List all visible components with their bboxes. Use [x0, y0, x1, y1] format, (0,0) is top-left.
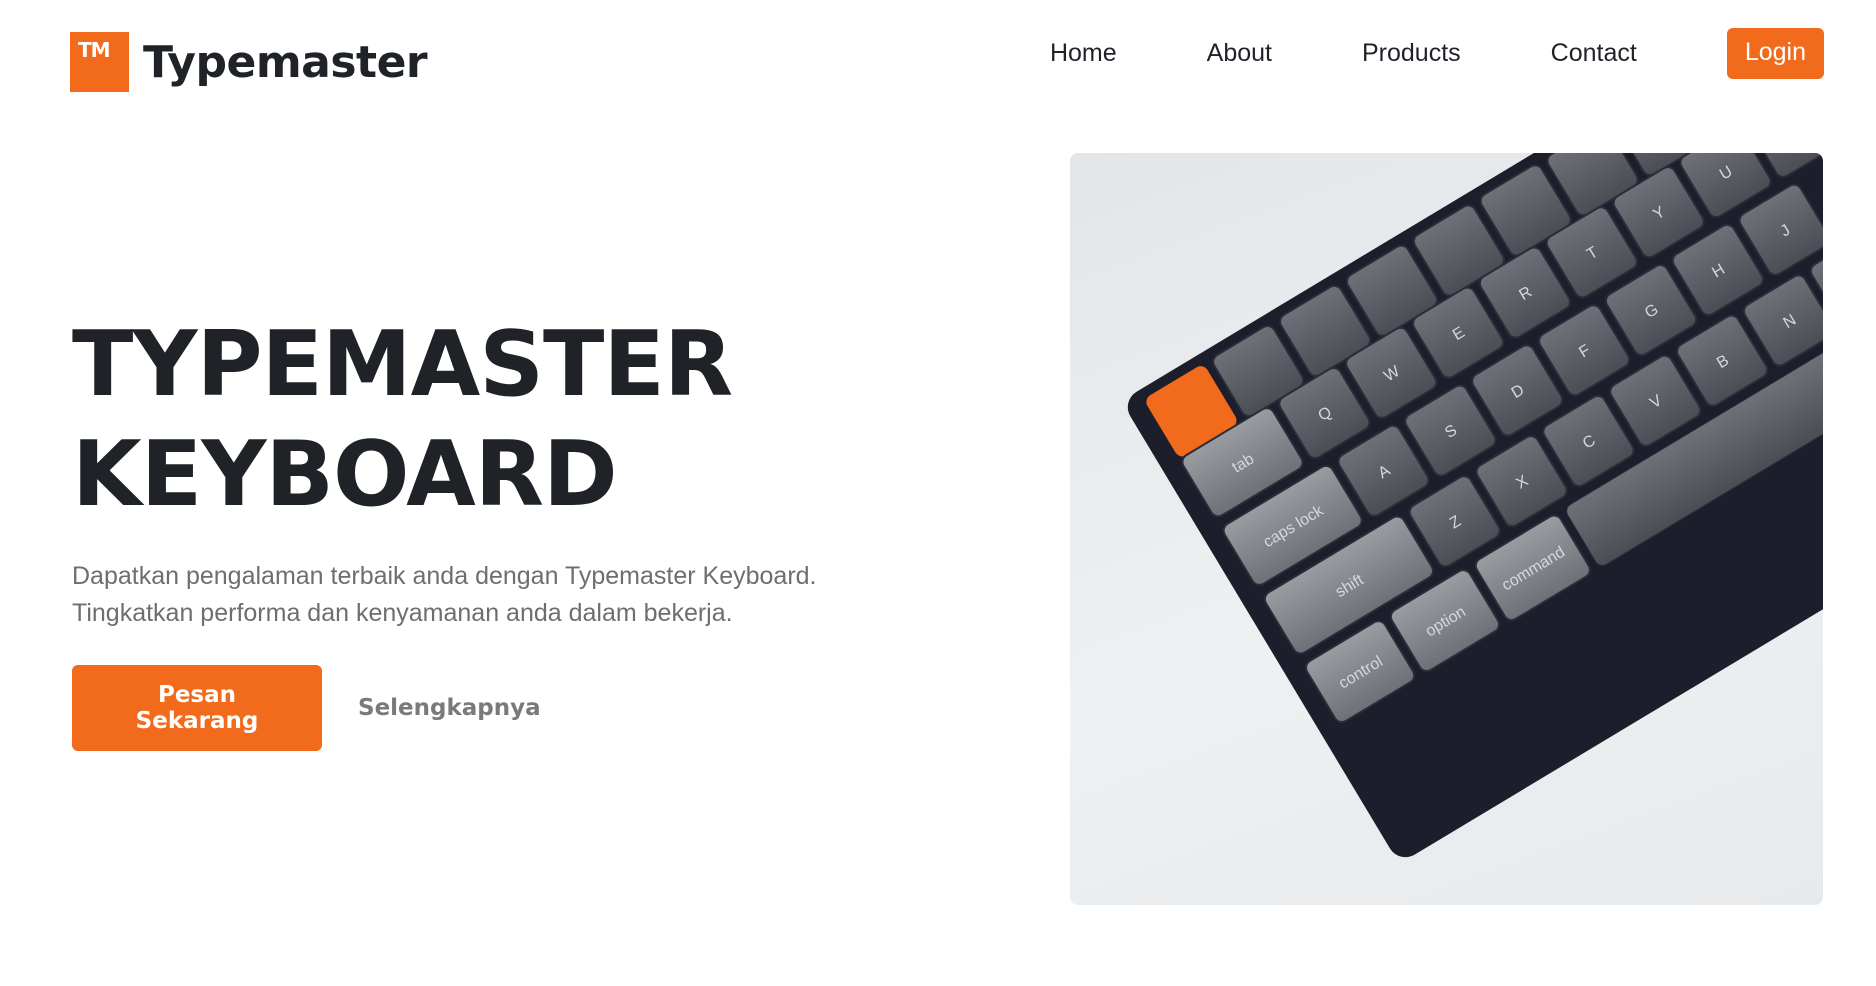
learn-more-link[interactable]: Selengkapnya: [358, 695, 541, 721]
hero-description-line-2: Tingkatkan performa dan kenyamanan anda …: [72, 599, 733, 627]
hero-description-line-1: Dapatkan pengalaman terbaik anda dengan …: [72, 562, 817, 590]
nav-link-contact[interactable]: Contact: [1551, 39, 1637, 68]
hero-title-line-2: KEYBOARD: [72, 422, 618, 527]
nav-link-home[interactable]: Home: [1050, 39, 1117, 68]
keyboard-illustration: tabQWERTYUIcaps lockASDFGHJshiftZXCVBNMc…: [1127, 153, 1823, 858]
logo-mark-icon: TM: [70, 32, 129, 92]
hero-actions: Pesan Sekarang Selengkapnya: [72, 665, 541, 751]
login-button[interactable]: Login: [1726, 28, 1824, 79]
site-header: TM Typemaster Home About Products Contac…: [0, 0, 1876, 110]
nav-link-products[interactable]: Products: [1362, 39, 1461, 68]
main-nav: Home About Products Contact Login: [1050, 28, 1824, 79]
order-now-button[interactable]: Pesan Sekarang: [72, 665, 322, 751]
hero-title-line-1: TYPEMASTER: [72, 312, 733, 417]
brand-logo[interactable]: TM Typemaster: [70, 32, 428, 92]
keyboard-photo: tabQWERTYUIcaps lockASDFGHJshiftZXCVBNMc…: [1070, 153, 1823, 905]
brand-name: Typemaster: [143, 36, 428, 88]
nav-link-about[interactable]: About: [1207, 39, 1272, 68]
hero-title: TYPEMASTER KEYBOARD: [72, 310, 952, 530]
hero-description: Dapatkan pengalaman terbaik anda dengan …: [72, 558, 972, 632]
